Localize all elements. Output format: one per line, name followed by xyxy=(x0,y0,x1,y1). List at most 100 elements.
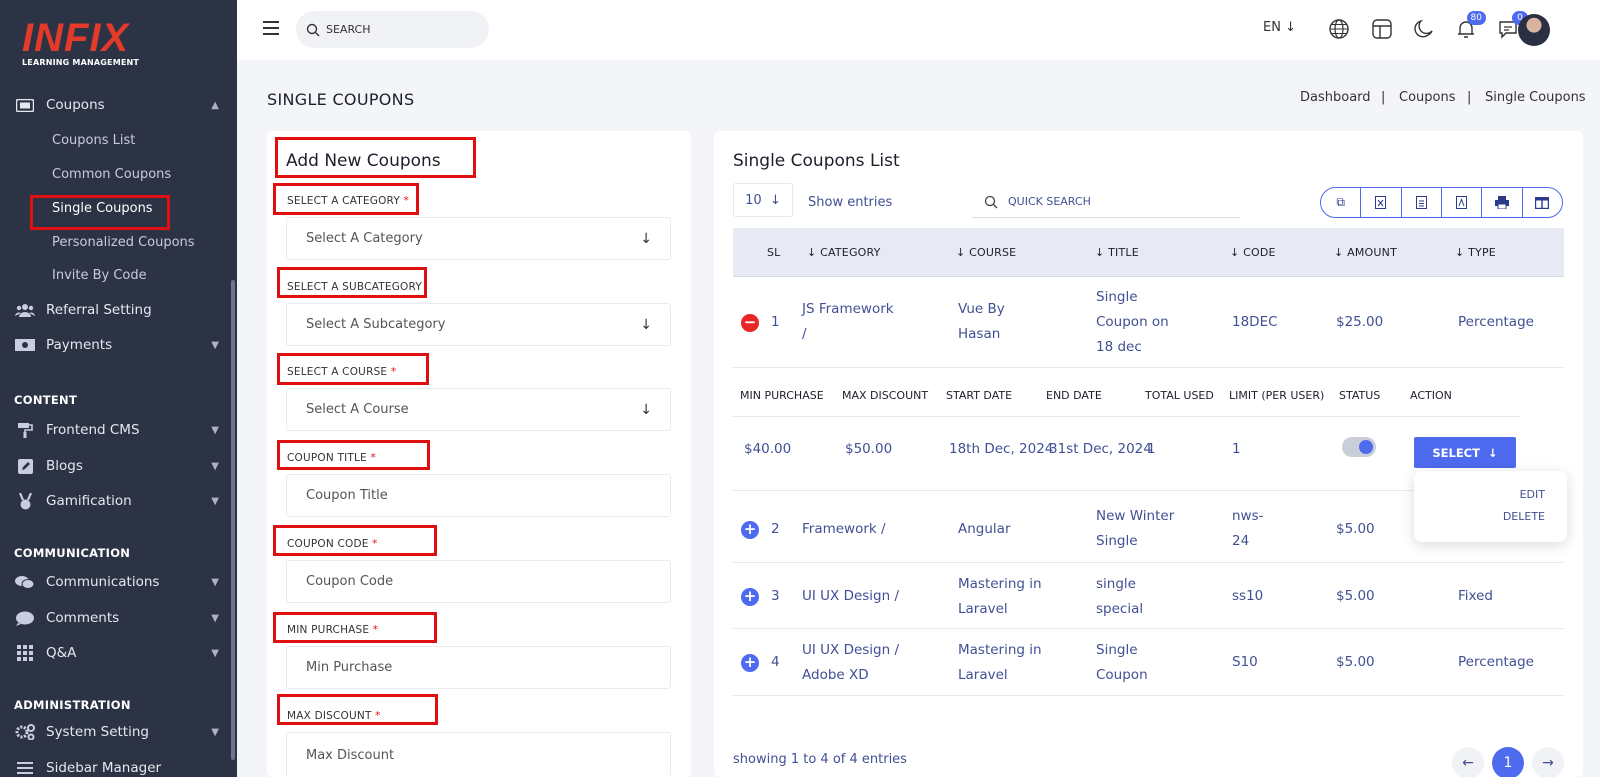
column-type[interactable]: ↓ TYPE xyxy=(1455,246,1496,259)
sidebar-item-comments[interactable]: Comments ▼ xyxy=(14,610,219,626)
print-icon[interactable] xyxy=(1482,188,1523,217)
page-1-button[interactable]: 1 xyxy=(1492,747,1524,777)
caret-down-icon: ▼ xyxy=(211,726,219,738)
action-select-button[interactable]: SELECT ↓ xyxy=(1414,437,1516,468)
sidebar-sub-invite-by-code[interactable]: Invite By Code xyxy=(52,268,147,283)
sidebar-item-blogs[interactable]: Blogs ▼ xyxy=(14,458,219,474)
course-select[interactable]: Select A Course ↓ xyxy=(286,388,671,431)
highlight-label xyxy=(277,694,438,725)
language-select[interactable]: EN ↓ xyxy=(1263,20,1296,35)
expand-row-button[interactable]: + xyxy=(741,521,759,539)
sidebar-item-frontend-cms[interactable]: Frontend CMS ▼ xyxy=(14,422,219,438)
quick-search-placeholder: QUICK SEARCH xyxy=(1008,195,1091,208)
column-title[interactable]: ↓ TITLE xyxy=(1095,246,1139,259)
breadcrumb-coupons[interactable]: Coupons xyxy=(1399,90,1456,105)
cell-amount: $5.00 xyxy=(1336,521,1375,537)
paint-roller-icon xyxy=(14,422,36,438)
max-discount-input[interactable]: Max Discount xyxy=(286,732,671,777)
status-toggle[interactable] xyxy=(1342,437,1376,457)
sidebar-item-gamification[interactable]: Gamification ▼ xyxy=(14,492,219,509)
sidebar-item-label: Communications xyxy=(46,574,160,590)
column-course[interactable]: ↓ COURSE xyxy=(956,246,1016,259)
cell-category: UI UX Design / Adobe XD xyxy=(802,638,899,688)
sidebar-sub-personalized-coupons[interactable]: Personalized Coupons xyxy=(52,235,195,250)
sidebar-item-system-setting[interactable]: System Setting ▼ xyxy=(14,724,219,740)
row-divider xyxy=(733,367,1564,368)
csv-icon[interactable] xyxy=(1402,188,1442,217)
sidebar-item-coupons[interactable]: Coupons ▲ xyxy=(14,97,219,113)
sidebar-item-payments[interactable]: Payments ▼ xyxy=(14,337,219,353)
globe-icon[interactable] xyxy=(1327,17,1351,41)
caret-down-icon: ▼ xyxy=(211,495,219,507)
column-sl[interactable]: SL xyxy=(767,246,781,259)
search-input[interactable]: SEARCH xyxy=(296,11,489,48)
menu-item-edit[interactable]: EDIT xyxy=(1520,488,1545,501)
excel-icon[interactable] xyxy=(1361,188,1402,217)
subcategory-select[interactable]: Select A Subcategory ↓ xyxy=(286,303,671,346)
collapse-row-button[interactable]: − xyxy=(741,314,759,332)
pdf-icon[interactable] xyxy=(1442,188,1483,217)
column-amount[interactable]: ↓ AMOUNT xyxy=(1334,246,1397,259)
caret-down-icon: ▼ xyxy=(211,460,219,472)
arrow-down-icon: ↓ xyxy=(1487,445,1498,460)
sidebar-sub-coupons-list[interactable]: Coupons List xyxy=(52,133,135,148)
columns-icon[interactable] xyxy=(1523,188,1562,217)
pagination-info: showing 1 to 4 of 4 entries xyxy=(733,752,907,767)
subcolumn-start-date: START DATE xyxy=(946,389,1013,402)
sidebar-scrollbar[interactable] xyxy=(231,280,235,760)
highlight-label xyxy=(277,353,429,385)
entries-select[interactable]: 10 ↓ xyxy=(733,183,793,217)
sort-arrow-icon: ↓ xyxy=(1230,246,1240,259)
expand-row-button[interactable]: + xyxy=(741,588,759,606)
cell-line: Laravel xyxy=(958,601,1008,617)
bell-icon[interactable]: 80 xyxy=(1454,11,1486,41)
coupon-code-input[interactable]: Coupon Code xyxy=(286,560,671,603)
expand-row-button[interactable]: + xyxy=(741,654,759,672)
cell-line: / xyxy=(802,326,807,342)
coupon-title-input[interactable]: Coupon Title xyxy=(286,474,671,517)
breadcrumb-dashboard[interactable]: Dashboard xyxy=(1300,90,1371,105)
cell-amount: $5.00 xyxy=(1336,654,1375,670)
search-icon xyxy=(984,195,998,208)
cell-line: Laravel xyxy=(958,667,1008,683)
cell-course: Mastering in Laravel xyxy=(958,638,1042,688)
category-select[interactable]: Select A Category ↓ xyxy=(286,217,671,260)
breadcrumb-current: Single Coupons xyxy=(1485,90,1586,105)
caret-down-icon: ▼ xyxy=(211,339,219,351)
sidebar-item-communications[interactable]: Communications ▼ xyxy=(14,574,219,590)
column-code[interactable]: ↓ CODE xyxy=(1230,246,1276,259)
column-category[interactable]: ↓ CATEGORY xyxy=(807,246,881,259)
quick-search-input[interactable]: QUICK SEARCH xyxy=(972,186,1240,218)
sidebar-sub-common-coupons[interactable]: Common Coupons xyxy=(52,167,171,182)
cell-code: ss10 xyxy=(1232,588,1264,604)
caret-up-icon: ▲ xyxy=(211,99,219,111)
min-purchase-input[interactable]: Min Purchase xyxy=(286,646,671,689)
sidebar-item-referral[interactable]: Referral Setting xyxy=(14,302,219,318)
copy-icon[interactable]: ⧉ xyxy=(1321,188,1362,217)
avatar[interactable] xyxy=(1518,14,1550,46)
sidebar-item-label: Gamification xyxy=(46,493,132,509)
row-divider xyxy=(733,628,1564,629)
search-placeholder: SEARCH xyxy=(326,23,371,36)
message-icon[interactable]: 0 xyxy=(1496,11,1528,41)
cell-line: Coupon xyxy=(1096,667,1148,683)
app-logo[interactable]: INFIX LEARNING MANAGEMENT xyxy=(22,18,139,67)
cell-line: Mastering in xyxy=(958,642,1042,658)
ticket-icon xyxy=(14,97,36,113)
menu-item-delete[interactable]: DELETE xyxy=(1503,510,1545,523)
moon-icon[interactable] xyxy=(1412,17,1436,41)
cell-max-discount: $50.00 xyxy=(845,441,893,457)
grid-icon xyxy=(14,645,36,661)
cell-type: Percentage xyxy=(1458,654,1534,670)
layout-icon[interactable] xyxy=(1370,17,1394,41)
hamburger-menu-icon[interactable] xyxy=(263,21,279,39)
subcolumn-max-discount: MAX DISCOUNT xyxy=(842,389,929,402)
sidebar-item-sidebar-manager[interactable]: Sidebar Manager xyxy=(14,760,219,776)
sidebar-item-qa[interactable]: Q&A ▼ xyxy=(14,645,219,661)
next-page-button[interactable]: → xyxy=(1532,747,1564,777)
prev-page-button[interactable]: ← xyxy=(1452,747,1484,777)
cell-line: special xyxy=(1096,601,1144,617)
cell-code: 18DEC xyxy=(1232,314,1278,330)
select-placeholder: Select A Category xyxy=(306,231,423,246)
select-placeholder: Select A Course xyxy=(306,402,409,417)
